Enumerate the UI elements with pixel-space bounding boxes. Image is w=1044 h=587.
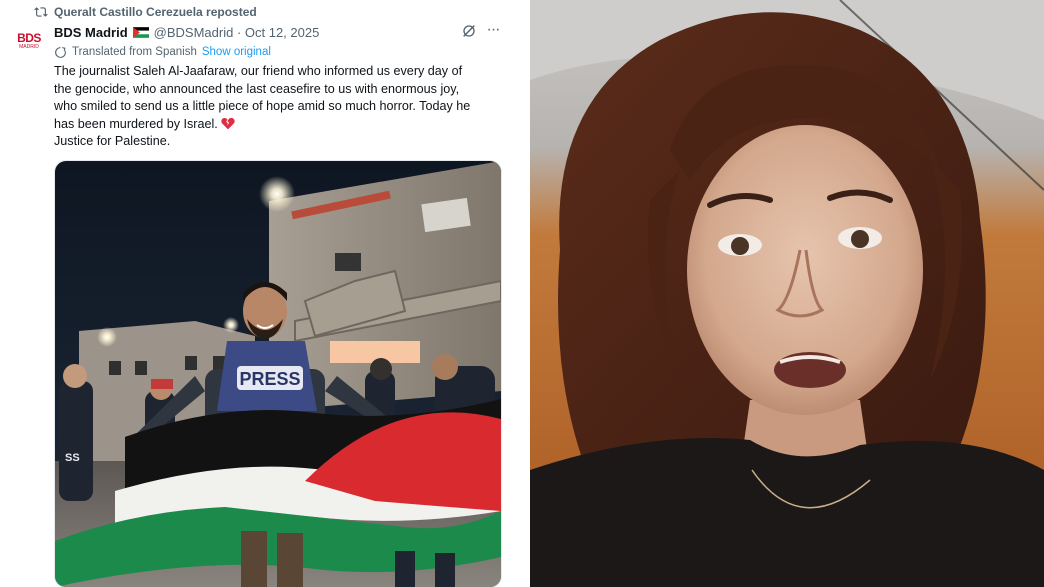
avatar-logo-text: BDS — [17, 31, 41, 45]
tweet-text-line: has been murdered by Israel. — [54, 116, 218, 131]
avatar-logo-subtext: MADRID — [19, 44, 39, 50]
tweet-photo-illustration: PRESS SS — [55, 161, 501, 587]
show-original-link[interactable]: Show original — [202, 46, 271, 58]
repost-indicator: Queralt Castillo Cerezuela reposted — [34, 4, 257, 20]
tweet-card[interactable]: Queralt Castillo Cerezuela reposted BDS … — [0, 0, 515, 587]
video-portrait-illustration — [530, 0, 1044, 587]
translate-icon — [55, 46, 66, 58]
repost-icon — [34, 7, 48, 17]
tweet-text: The journalist Saleh Al-Jaafaraw, our fr… — [54, 63, 502, 151]
translation-notice: Translated from Spanish Show original — [54, 44, 271, 60]
handle-and-date[interactable]: @BDSMadrid · Oct 12, 2025 — [154, 25, 320, 40]
repost-text[interactable]: Queralt Castillo Cerezuela reposted — [54, 5, 257, 19]
avatar[interactable]: BDS MADRID — [13, 30, 45, 52]
author-name[interactable]: BDS Madrid — [54, 25, 128, 40]
photo-press-label: PRESS — [239, 369, 300, 389]
tweet-header: BDS Madrid @BDSMadrid · Oct 12, 2025 — [54, 23, 319, 41]
broken-heart-icon — [221, 117, 235, 129]
tweet-text-line: the genocide, who announced the last cea… — [54, 81, 460, 96]
tweet-photo[interactable]: PRESS SS — [54, 160, 502, 587]
tweet-text-line: Justice for Palestine. — [54, 134, 171, 148]
palestine-flag-icon — [132, 26, 149, 38]
tweet-text-line: who smiled to send us a little piece of … — [54, 99, 471, 113]
tweet-text-line: The journalist Saleh Al-Jaafaraw, our fr… — [54, 64, 463, 78]
tweet-text-line-with-emoji: has been murdered by Israel. — [54, 116, 502, 134]
grok-icon[interactable] — [461, 23, 477, 39]
more-icon[interactable]: ··· — [484, 21, 502, 39]
video-frame[interactable] — [530, 0, 1044, 587]
translated-label: Translated from Spanish — [72, 46, 197, 58]
photo-press-label-small: SS — [65, 452, 80, 464]
